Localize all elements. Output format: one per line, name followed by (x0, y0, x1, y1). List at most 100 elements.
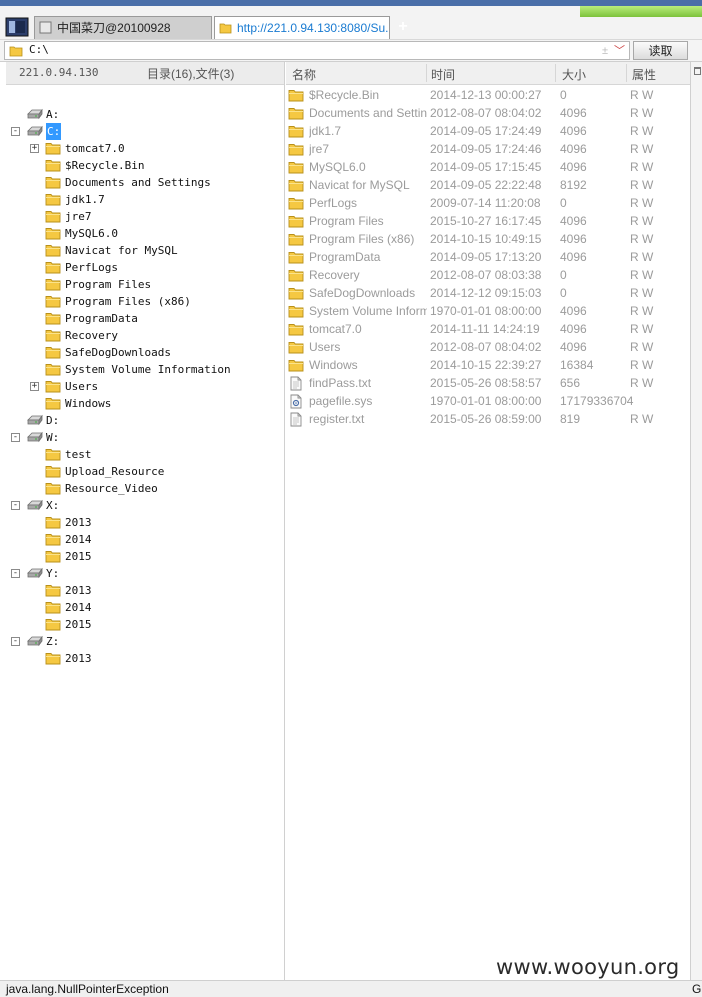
collapse-icon[interactable]: - (11, 637, 20, 646)
tree-folder[interactable]: Program Files (6, 276, 281, 293)
file-row[interactable]: Program Files 2015-10-27 16:17:45 4096 R W (286, 212, 690, 230)
file-time: 2012-08-07 08:03:38 (430, 268, 542, 282)
file-row[interactable]: MySQL6.0 2014-09-05 17:15:45 4096 R W (286, 158, 690, 176)
file-row[interactable]: Program Files (x86) 2014-10-15 10:49:15 40… (286, 230, 690, 248)
file-row[interactable]: register.txt 2015-05-26 08:59:00 819 R W (286, 410, 690, 428)
column-divider[interactable] (426, 64, 427, 82)
collapse-icon[interactable]: - (11, 127, 20, 136)
file-name: pagefile.sys (309, 394, 373, 408)
folder-icon (288, 360, 304, 372)
tree-drive[interactable]: - C: (6, 123, 281, 140)
tree-drive[interactable]: A: (6, 106, 281, 123)
file-attributes: R W (630, 250, 654, 264)
file-row[interactable]: tomcat7.0 2014-11-11 14:24:19 4096 R W (286, 320, 690, 338)
page-icon (39, 21, 52, 34)
window-layout-icon[interactable] (5, 17, 29, 37)
host-address: 221.0.94.130 (19, 66, 99, 79)
file-time: 2015-10-27 16:17:45 (430, 214, 542, 228)
read-button[interactable]: 读取 (633, 41, 688, 60)
file-row[interactable]: Navicat for MySQL 2014-09-05 22:22:48 8192… (286, 176, 690, 194)
tree-folder[interactable]: 2015 (6, 616, 281, 633)
tree-drive[interactable]: - X: (6, 497, 281, 514)
file-name: Windows (309, 358, 358, 372)
column-divider[interactable] (555, 64, 556, 82)
path-toggle-icon: ± (601, 45, 608, 57)
file-row[interactable]: findPass.txt 2015-05-26 08:58:57 656 R W (286, 374, 690, 392)
file-list-panel: 名称 时间 大小 属性 $Recycle.Bin 2014-12-13 00:00… (286, 62, 690, 980)
tree-folder[interactable]: jdk1.7 (6, 191, 281, 208)
tree-folder[interactable]: MySQL6.0 (6, 225, 281, 242)
status-message: java.lang.NullPointerException (6, 982, 169, 996)
file-attributes: R W (630, 232, 654, 246)
tree-folder[interactable]: ProgramData (6, 310, 281, 327)
tree-folder[interactable]: System Volume Information (6, 361, 281, 378)
file-row[interactable]: ProgramData 2014-09-05 17:13:20 4096 R W (286, 248, 690, 266)
tree-folder[interactable]: jre7 (6, 208, 281, 225)
file-time: 1970-01-01 08:00:00 (430, 304, 542, 318)
tree-drive[interactable]: D: (6, 412, 281, 429)
new-tab-button[interactable]: + (395, 16, 411, 38)
tree-folder[interactable]: + Users (6, 378, 281, 395)
tree-label: 2015 (65, 550, 92, 563)
tab-caidao[interactable]: 中国菜刀@20100928 (34, 16, 212, 39)
tree-folder[interactable]: Recovery (6, 327, 281, 344)
file-size: 16384 (560, 358, 594, 372)
file-row[interactable]: $Recycle.Bin 2014-12-13 00:00:27 0 R W (286, 86, 690, 104)
file-row[interactable]: jdk1.7 2014-09-05 17:24:49 4096 R W (286, 122, 690, 140)
file-name: PerfLogs (309, 196, 358, 210)
directory-tree-panel: 221.0.94.130 目录(16),文件(3) A: - C: + tomcat7.… (6, 62, 285, 980)
file-attributes: R W (630, 160, 654, 174)
tree-folder[interactable]: test (6, 446, 281, 463)
tab-caidao-label: 中国菜刀@20100928 (57, 21, 171, 35)
tree-folder[interactable]: PerfLogs (6, 259, 281, 276)
file-size: 0 (560, 268, 567, 282)
column-divider[interactable] (626, 64, 627, 82)
tree-folder[interactable]: SafeDogDownloads (6, 344, 281, 361)
column-size[interactable]: 大小 (562, 66, 586, 83)
expand-icon[interactable]: + (30, 382, 39, 391)
tree-folder[interactable]: Resource_Video (6, 480, 281, 497)
tree-folder[interactable]: 2013 (6, 514, 281, 531)
file-time: 1970-01-01 08:00:00 (430, 394, 542, 408)
column-attr[interactable]: 属性 (632, 66, 656, 83)
collapse-icon[interactable]: - (11, 433, 20, 442)
file-row[interactable]: Windows 2014-10-15 22:39:27 16384 R W (286, 356, 690, 374)
tree-folder[interactable]: $Recycle.Bin (6, 157, 281, 174)
tree-folder[interactable]: Upload_Resource (6, 463, 281, 480)
file-row[interactable]: Users 2012-08-07 08:04:02 4096 R W (286, 338, 690, 356)
column-name[interactable]: 名称 (292, 66, 316, 83)
tree-folder[interactable]: 2014 (6, 599, 281, 616)
tree-label: C: (46, 123, 62, 140)
file-name: Recovery (309, 268, 360, 282)
tree-folder[interactable]: Navicat for MySQL (6, 242, 281, 259)
tree-folder[interactable]: 2013 (6, 650, 281, 667)
tree-drive[interactable]: - Y: (6, 565, 281, 582)
file-row[interactable]: pagefile.sys 1970-01-01 08:00:00 171793367… (286, 392, 690, 410)
collapse-icon[interactable]: - (11, 501, 20, 510)
column-time[interactable]: 时间 (431, 66, 455, 83)
tree-label: Recovery (65, 329, 118, 342)
tree-folder[interactable]: 2015 (6, 548, 281, 565)
panel-icon[interactable] (694, 67, 701, 75)
file-row[interactable]: jre7 2014-09-05 17:24:46 4096 R W (286, 140, 690, 158)
file-row[interactable]: PerfLogs 2009-07-14 11:20:08 0 R W (286, 194, 690, 212)
file-row[interactable]: System Volume Inform... 1970-01-01 08:00:… (286, 302, 690, 320)
tree-folder[interactable]: 2014 (6, 531, 281, 548)
tree-folder[interactable]: Windows (6, 395, 281, 412)
tree-folder[interactable]: Documents and Settings (6, 174, 281, 191)
tree-folder[interactable]: 2013 (6, 582, 281, 599)
tab-url[interactable]: http://221.0.94.130:8080/Su... (214, 16, 390, 39)
file-row[interactable]: SafeDogDownloads 2014-12-12 09:15:03 0 R W (286, 284, 690, 302)
path-dropdown[interactable]: ± ﹀ (602, 42, 625, 58)
file-row[interactable]: Recovery 2012-08-07 08:03:38 0 R W (286, 266, 690, 284)
collapse-icon[interactable]: - (11, 569, 20, 578)
watermark: www.wooyun.org (496, 955, 680, 979)
tree-folder[interactable]: + tomcat7.0 (6, 140, 281, 157)
tree-folder[interactable]: Program Files (x86) (6, 293, 281, 310)
expand-icon[interactable]: + (30, 144, 39, 153)
file-row[interactable]: Documents and Settings 2012-08-07 08:04:0… (286, 104, 690, 122)
path-input[interactable]: C:\ ± ﹀ (4, 41, 630, 60)
tree-drive[interactable]: - Z: (6, 633, 281, 650)
tree-label: test (65, 448, 92, 461)
tree-drive[interactable]: - W: (6, 429, 281, 446)
